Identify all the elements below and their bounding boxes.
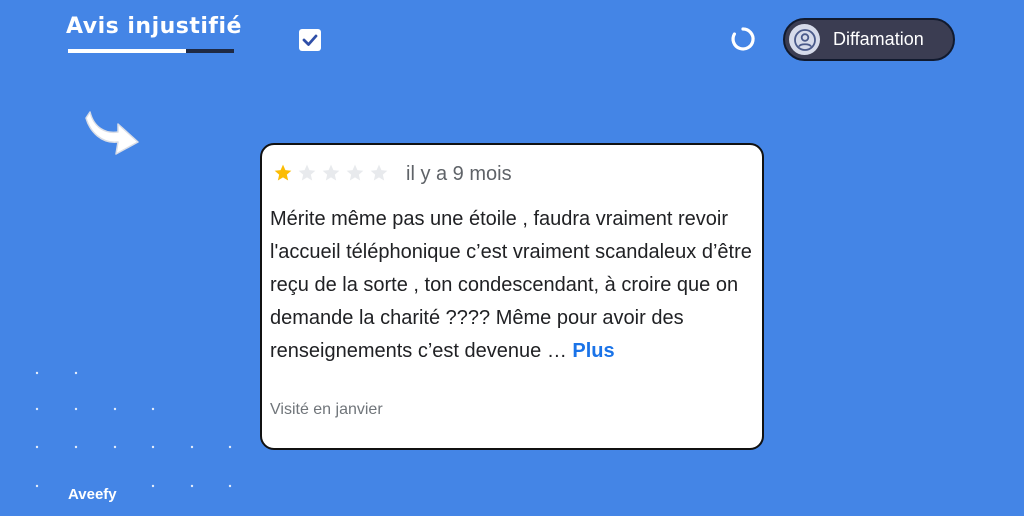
brand-name: Aveefy [68, 486, 117, 503]
avatar [789, 24, 820, 55]
visited-date: Visité en janvier [270, 401, 383, 418]
badge-label: Diffamation [833, 29, 924, 49]
spinner-icon [731, 27, 755, 51]
curved-arrow-icon [85, 111, 139, 155]
review-card: il y a 9 mois Mérite même pas une étoile… [260, 143, 764, 450]
page-title: Avis injustifié [66, 14, 242, 39]
user-avatar-icon [793, 28, 816, 51]
title-underline [68, 49, 234, 53]
star-icon [322, 164, 340, 181]
diffamation-badge[interactable]: Diffamation [783, 18, 955, 61]
more-link[interactable]: Plus [572, 340, 614, 362]
star-icon [346, 164, 364, 181]
star-icon [274, 164, 292, 181]
checkbox[interactable] [299, 29, 321, 51]
star-rating [271, 163, 391, 183]
check-icon [302, 34, 318, 46]
review-text-block: Mérite même pas une étoile , faudra vrai… [270, 203, 762, 368]
review-age: il y a 9 mois [406, 163, 512, 185]
review-text: Mérite même pas une étoile , faudra vrai… [270, 208, 752, 362]
star-icon [298, 164, 316, 181]
star-icon [370, 164, 388, 181]
